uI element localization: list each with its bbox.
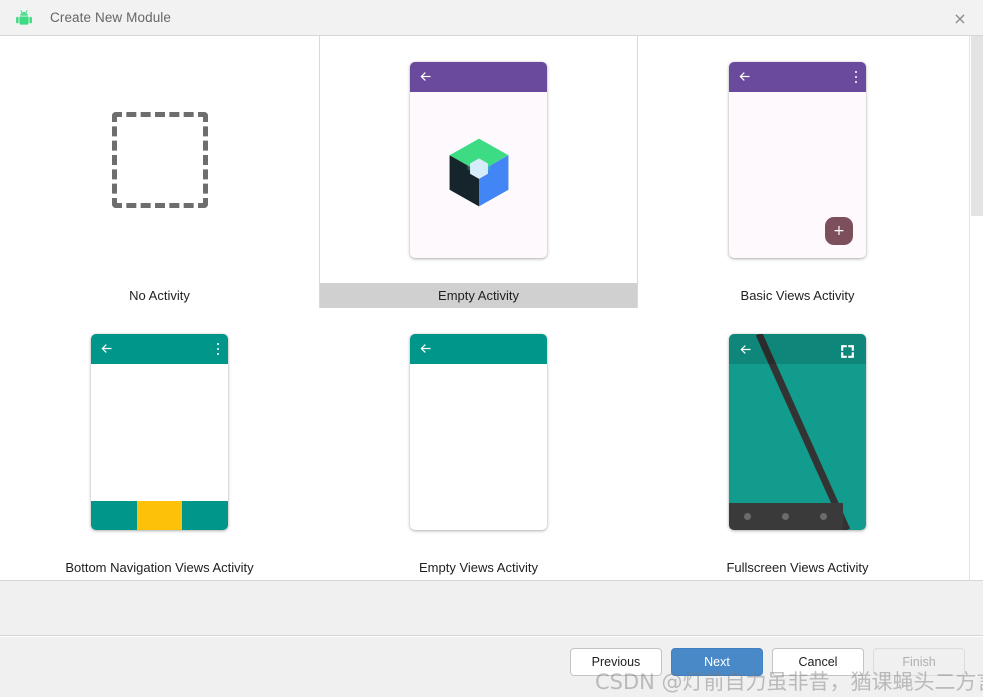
- phone-mock: [91, 333, 228, 530]
- phone-body: [410, 364, 547, 530]
- app-bar: [410, 333, 547, 364]
- bottom-nav-item: [91, 500, 137, 530]
- phone-mock: +: [729, 61, 866, 258]
- window-title: Create New Module: [50, 10, 172, 25]
- nav-dot: [820, 512, 828, 520]
- finish-button: Finish: [873, 648, 965, 676]
- bottom-navigation-bar: [91, 500, 228, 530]
- template-label: No Activity: [129, 288, 190, 303]
- thumbnail-fullscreen-views-activity: [638, 308, 957, 555]
- dialog-button-bar: Previous Next Cancel Finish: [0, 637, 983, 697]
- thumbnail-no-activity: [0, 36, 319, 283]
- thumbnail-empty-views-activity: [319, 308, 638, 555]
- button-group: Previous Next Cancel Finish: [570, 648, 965, 676]
- next-button[interactable]: Next: [671, 648, 763, 676]
- overflow-menu-icon: [216, 342, 219, 358]
- template-label: Basic Views Activity: [740, 288, 855, 303]
- fullscreen-expand-icon: [839, 343, 856, 360]
- template-label: Bottom Navigation Views Activity: [65, 560, 254, 575]
- template-label: Fullscreen Views Activity: [726, 560, 869, 575]
- thumbnail-bottom-navigation-views-activity: [0, 308, 319, 555]
- back-arrow-icon: [737, 69, 752, 84]
- close-icon[interactable]: ×: [937, 0, 983, 36]
- template-grid: No Activity Empty Activity + Basic Views…: [0, 36, 963, 580]
- template-label: Empty Activity: [319, 283, 638, 308]
- template-tile-no-activity[interactable]: No Activity: [0, 36, 319, 308]
- phone-mock: [410, 61, 547, 258]
- template-tile-bottom-navigation-views-activity[interactable]: Bottom Navigation Views Activity: [0, 308, 319, 580]
- overflow-menu-icon: [854, 70, 857, 86]
- template-label: Empty Views Activity: [419, 560, 538, 575]
- cancel-button[interactable]: Cancel: [772, 648, 864, 676]
- app-bar: [410, 61, 547, 92]
- scrollbar-thumb[interactable]: [971, 36, 983, 216]
- bottom-nav-item: [182, 500, 228, 530]
- back-arrow-icon: [418, 341, 433, 356]
- template-tile-basic-views-activity[interactable]: + Basic Views Activity: [638, 36, 957, 308]
- previous-button[interactable]: Previous: [570, 648, 662, 676]
- phone-body: [91, 364, 228, 530]
- thumbnail-empty-activity: [319, 36, 638, 283]
- nav-dot: [744, 512, 752, 520]
- template-tile-empty-activity[interactable]: Empty Activity: [319, 36, 638, 308]
- android-robot-icon: [14, 8, 34, 28]
- phone-body: [410, 92, 547, 258]
- gallery-scrollbar[interactable]: [969, 36, 983, 581]
- bottom-nav-item-active: [136, 500, 183, 530]
- phone-body: [729, 333, 866, 530]
- template-tile-empty-views-activity[interactable]: Empty Views Activity: [319, 308, 638, 580]
- app-bar: [91, 333, 228, 364]
- phone-mock: [410, 333, 547, 530]
- back-arrow-icon: [418, 69, 433, 84]
- app-bar: [729, 61, 866, 92]
- dashed-square-placeholder-icon: [111, 111, 208, 208]
- phone-mock: [729, 333, 866, 530]
- window-titlebar: Create New Module ×: [0, 0, 983, 36]
- phone-body: +: [729, 92, 866, 258]
- form-panel: [0, 581, 983, 636]
- back-arrow-icon: [738, 342, 753, 357]
- template-tile-fullscreen-views-activity[interactable]: Fullscreen Views Activity: [638, 308, 957, 580]
- system-navigation-bar: [729, 502, 843, 530]
- thumbnail-basic-views-activity: +: [638, 36, 957, 283]
- back-arrow-icon: [99, 341, 114, 356]
- jetpack-compose-logo-icon: [447, 138, 511, 211]
- plus-icon: +: [825, 216, 853, 245]
- nav-dot: [782, 512, 790, 520]
- template-gallery: No Activity Empty Activity + Basic Views…: [0, 36, 983, 581]
